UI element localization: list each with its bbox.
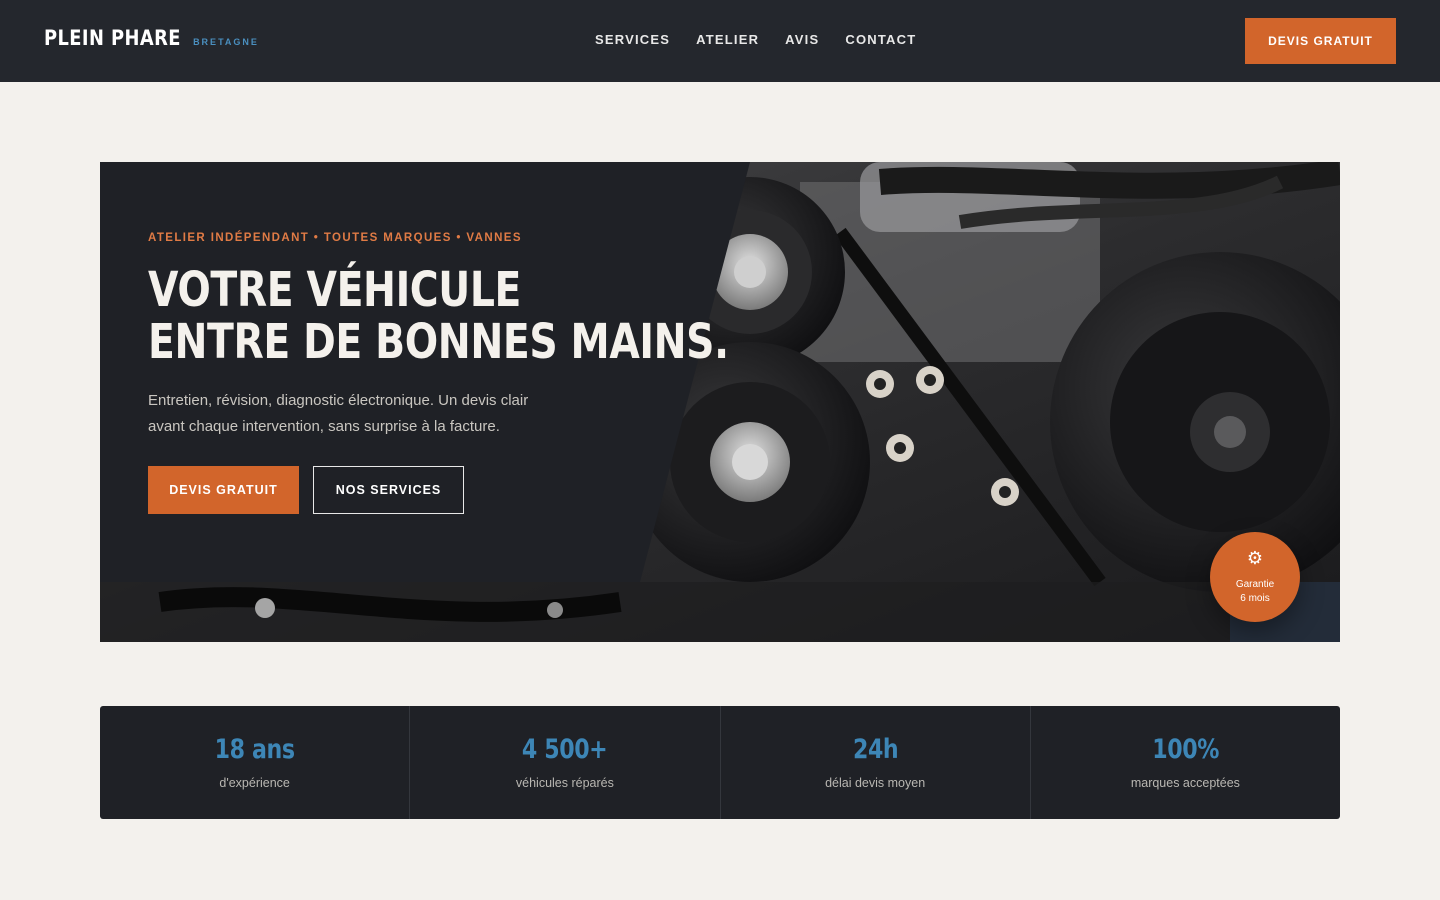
nav-link-contact[interactable]: CONTACT [845, 32, 916, 47]
hero-section: ATELIER INDÉPENDANT • TOUTES MARQUES • V… [100, 162, 1340, 642]
nav-quote-button[interactable]: DEVIS GRATUIT [1245, 18, 1396, 64]
gear-icon: ⚙ [1246, 548, 1264, 568]
stat-value: 18 ans [214, 734, 295, 765]
nav-link-services[interactable]: SERVICES [595, 32, 670, 47]
stat-value: 4 500+ [522, 734, 608, 765]
hero-headline-line-1: VOTRE VÉHICULE [148, 262, 521, 318]
stat-label: véhicules réparés [515, 776, 614, 790]
warranty-badge: ⚙ Garantie 6 mois [1210, 532, 1300, 622]
stat-label: délai devis moyen [825, 776, 926, 790]
stat-label: d'expérience [219, 776, 290, 790]
brand-name: PLEIN PHARE [44, 26, 181, 50]
stat-label: marques acceptées [1130, 776, 1240, 790]
warranty-label: Garantie [1235, 579, 1275, 590]
hero-content: ATELIER INDÉPENDANT • TOUTES MARQUES • V… [100, 162, 1340, 642]
nav-link-avis[interactable]: AVIS [785, 32, 819, 47]
stat-brands: 100% marques acceptées [1031, 706, 1340, 819]
stat-vehicles: 4 500+ véhicules réparés [410, 706, 721, 819]
stat-experience: 18 ans d'expérience [100, 706, 411, 819]
brand-region: BRETAGNE [193, 37, 259, 47]
stat-value: 24h [852, 734, 898, 765]
top-nav: PLEIN PHARE BRETAGNE SERVICES ATELIER AV… [0, 0, 1440, 82]
nav-link-atelier[interactable]: ATELIER [696, 32, 759, 47]
stat-quote-delay: 24h délai devis moyen [721, 706, 1031, 819]
stat-value: 100% [1151, 734, 1219, 765]
hero-headline-line-2: ENTRE DE BONNES MAINS. [148, 314, 729, 370]
warranty-duration: 6 mois [1240, 593, 1270, 604]
hero-services-button[interactable]: NOS SERVICES [313, 466, 464, 514]
main-menu: SERVICES ATELIER AVIS CONTACT [595, 32, 942, 47]
hero-quote-button[interactable]: DEVIS GRATUIT [148, 466, 299, 514]
brand-logo[interactable]: PLEIN PHARE BRETAGNE [44, 26, 259, 50]
hero-headline: VOTRE VÉHICULE ENTRE DE BONNES MAINS. [148, 264, 729, 368]
stats-bar: 18 ans d'expérience 4 500+ véhicules rép… [100, 706, 1340, 819]
hero-lead: Entretien, révision, diagnostic électron… [148, 392, 529, 435]
hero-eyebrow: ATELIER INDÉPENDANT • TOUTES MARQUES • V… [148, 232, 522, 244]
